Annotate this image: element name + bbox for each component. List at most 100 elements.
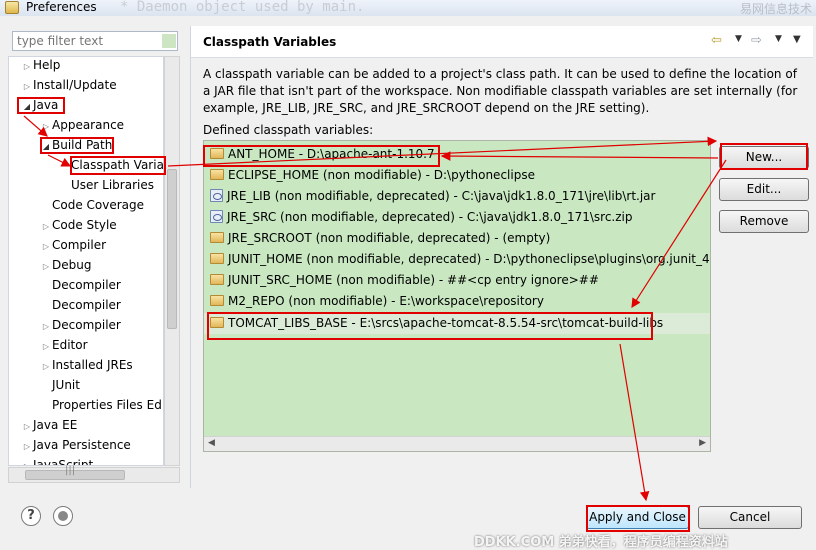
collapsed-arrow-icon[interactable]: ▷	[21, 457, 33, 465]
tree-item-editor[interactable]: ▷ Editor	[40, 335, 88, 355]
tree-item-label: Code Style	[52, 218, 117, 232]
collapsed-arrow-icon[interactable]: ▷	[40, 357, 52, 377]
tree-item-label: User Libraries	[71, 178, 154, 192]
classpath-variable-row[interactable]: JUNIT_HOME (non modifiable, deprecated) …	[204, 249, 711, 270]
window-title: Preferences	[26, 0, 97, 14]
tree-item-label: Java	[33, 98, 59, 112]
classpath-variable-row[interactable]: ECLIPSE_HOME (non modifiable) - D:\pytho…	[204, 165, 710, 186]
page-title: Classpath Variables	[203, 35, 337, 49]
tree-item-label: JUnit	[52, 378, 80, 392]
classpath-variable-row[interactable]: TOMCAT_LIBS_BASE - E:\srcs\apache-tomcat…	[204, 313, 710, 334]
page-header: Classpath Variables ⇦ ▼ ⇨ ▼ ▼	[191, 26, 813, 58]
collapsed-arrow-icon[interactable]: ▷	[40, 237, 52, 257]
tree-item-label: Debug	[52, 258, 92, 272]
tree-item-java-persistence[interactable]: ▷ Java Persistence	[21, 435, 131, 455]
back-dropdown-icon[interactable]: ▼	[735, 34, 742, 44]
variable-text: JRE_SRCROOT (non modifiable, deprecated)…	[228, 231, 551, 245]
collapsed-arrow-icon[interactable]: ▷	[40, 337, 52, 357]
scroll-right-icon[interactable]: ▶	[699, 438, 706, 448]
tree-item-properties-files-ed[interactable]: Properties Files Ed	[40, 395, 162, 415]
scroll-left-icon[interactable]: ◀	[208, 438, 215, 448]
defined-variables-label: Defined classpath variables:	[203, 123, 374, 137]
tree-item-install-update[interactable]: ▷ Install/Update	[21, 75, 117, 95]
tree-item-decompiler[interactable]: Decompiler	[40, 295, 121, 315]
preferences-tree: ▷ Help ▷ Install/Update ◢ Java ▷ Appearance ◢ Bui…	[8, 56, 164, 466]
classpath-variable-row[interactable]: JRE_LIB (non modifiable, deprecated) - C…	[204, 186, 710, 207]
tree-item-code-coverage[interactable]: Code Coverage	[40, 195, 144, 215]
clear-filter-icon[interactable]	[162, 34, 176, 48]
cancel-button[interactable]: Cancel	[698, 506, 802, 529]
collapsed-arrow-icon[interactable]: ▷	[40, 317, 52, 337]
help-icon[interactable]: ?	[21, 506, 41, 526]
variable-text: JRE_LIB (non modifiable, deprecated) - C…	[227, 189, 656, 203]
remove-variable-button[interactable]: Remove	[719, 210, 809, 233]
tree-item-compiler[interactable]: ▷ Compiler	[40, 235, 106, 255]
new-variable-button[interactable]: New...	[719, 146, 809, 169]
expanded-arrow-icon[interactable]: ◢	[21, 97, 33, 117]
tree-item-debug[interactable]: ▷ Debug	[40, 255, 92, 277]
collapsed-arrow-icon[interactable]: ▷	[21, 57, 33, 77]
apply-and-close-button[interactable]: Apply and Close	[586, 506, 689, 529]
edit-variable-button[interactable]: Edit...	[719, 178, 809, 201]
tree-item-label: Appearance	[52, 118, 125, 132]
expanded-arrow-icon[interactable]: ◢	[40, 137, 52, 157]
tree-item-decompiler[interactable]: ▷ Decompiler	[40, 315, 121, 335]
tree-item-appearance[interactable]: ▷ Appearance	[40, 115, 124, 135]
oomph-record-icon[interactable]	[53, 506, 73, 526]
forward-dropdown-icon[interactable]: ▼	[775, 34, 782, 44]
tree-horizontal-scrollbar[interactable]: |||	[8, 465, 180, 483]
classpath-variable-row[interactable]: JRE_SRC (non modifiable, deprecated) - C…	[204, 207, 710, 228]
tree-item-javascript[interactable]: ▷JavaScript	[21, 455, 93, 465]
tree-item-java-ee[interactable]: ▷ Java EE	[21, 415, 77, 435]
collapsed-arrow-icon[interactable]: ▷	[21, 437, 33, 457]
tree-item-junit[interactable]: JUnit	[40, 375, 80, 395]
page-description: A classpath variable can be added to a p…	[203, 67, 798, 115]
collapsed-arrow-icon[interactable]: ▷	[40, 217, 52, 237]
tree-item-build-path[interactable]: ◢ Build Path	[40, 135, 112, 155]
tree-item-installed-jres[interactable]: ▷ Installed JREs	[40, 355, 133, 375]
filter-input[interactable]	[12, 31, 178, 51]
folder-icon	[210, 169, 224, 180]
tree-item-label: Properties Files Ed	[52, 398, 162, 412]
tree-item-java[interactable]: ◢ Java	[21, 95, 58, 115]
tree-item-classpath-varia[interactable]: Classpath Varia	[59, 155, 164, 175]
folder-icon	[210, 232, 224, 243]
folder-icon	[210, 274, 224, 285]
collapsed-arrow-icon[interactable]: ▷	[21, 77, 33, 97]
watermark-top: 易网信息技术	[739, 2, 812, 16]
forward-arrow-icon[interactable]: ⇨	[751, 33, 762, 48]
classpath-variable-row[interactable]: M2_REPO (non modifiable) - E:\workspace\…	[204, 291, 710, 312]
dialog-footer: ? Apply and Close Cancel DDKK.COM 弟弟快看，程…	[0, 492, 816, 550]
view-menu-icon[interactable]: ▼	[793, 34, 801, 45]
variable-text: JUNIT_SRC_HOME (non modifiable) - ##<cp …	[228, 273, 599, 287]
tree-vertical-scrollbar[interactable]	[164, 56, 180, 466]
classpath-variable-row[interactable]: JUNIT_SRC_HOME (non modifiable) - ##<cp …	[204, 270, 710, 291]
tree-item-code-style[interactable]: ▷ Code Style	[40, 215, 117, 235]
tree-item-user-libraries[interactable]: User Libraries	[59, 175, 154, 195]
preferences-nav: ▷Help▷Install/Update◢Java▷Appearance◢Bui…	[4, 26, 184, 488]
folder-icon	[210, 317, 224, 328]
folder-icon	[210, 148, 224, 159]
collapsed-arrow-icon[interactable]: ▷	[21, 417, 33, 437]
scroll-thumb[interactable]	[167, 169, 177, 329]
window-titlebar: Preferences * Daemon object used by main…	[0, 0, 816, 16]
collapsed-arrow-icon[interactable]: ▷	[40, 117, 52, 137]
classpath-variables-page: Classpath Variables ⇦ ▼ ⇨ ▼ ▼ A classpat…	[190, 26, 813, 488]
jar-icon	[210, 189, 223, 202]
tree-item-label: Classpath Varia	[71, 158, 164, 172]
collapsed-arrow-icon[interactable]: ▷	[40, 257, 52, 277]
list-horizontal-scrollbar[interactable]: ◀ ▶	[204, 436, 710, 451]
tree-item-decompiler[interactable]: Decompiler	[40, 275, 121, 295]
classpath-variable-row[interactable]: JRE_SRCROOT (non modifiable, deprecated)…	[204, 228, 710, 249]
tree-item-label: Java Persistence	[33, 438, 131, 452]
folder-icon	[210, 253, 224, 264]
tree-item-help[interactable]: ▷ Help	[21, 57, 61, 77]
classpath-variables-list[interactable]: ANT_HOME - D:\apache-ant-1.10.7 ECLIPSE_H…	[203, 140, 711, 452]
back-arrow-icon[interactable]: ⇦	[711, 33, 722, 48]
tree-item-label: Help	[33, 58, 61, 72]
variable-text: M2_REPO (non modifiable) - E:\workspace\…	[228, 294, 544, 308]
preferences-icon	[5, 1, 19, 14]
variable-text: JUNIT_HOME (non modifiable, deprecated) …	[228, 252, 711, 266]
classpath-variable-row[interactable]: ANT_HOME - D:\apache-ant-1.10.7	[204, 144, 710, 165]
tree-item-label: Editor	[52, 338, 88, 352]
